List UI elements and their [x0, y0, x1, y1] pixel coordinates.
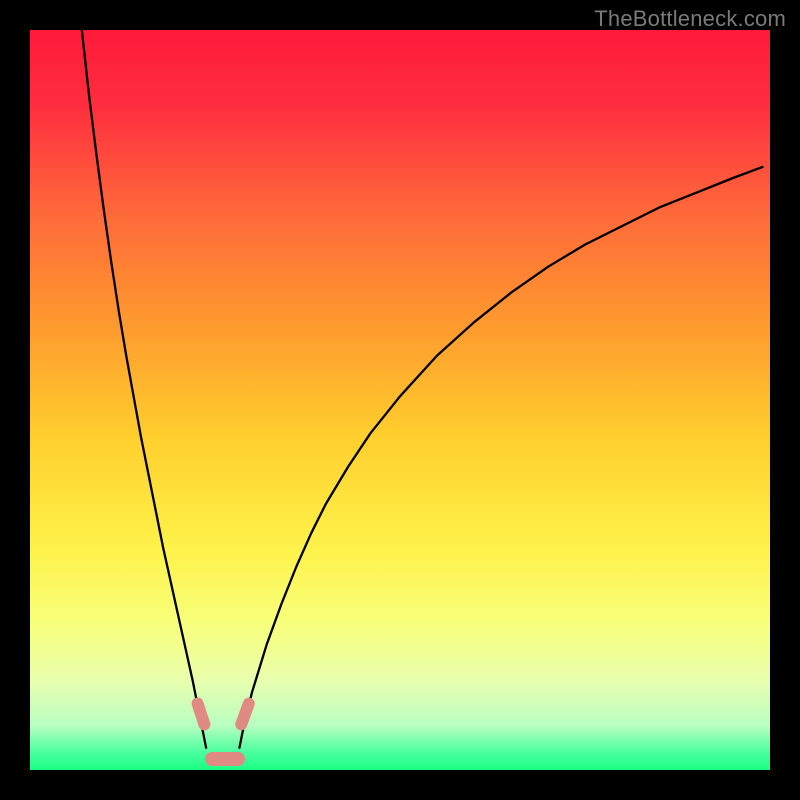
- marker-bottom: [205, 752, 245, 765]
- left-branch-curve: [82, 30, 206, 748]
- chart-frame: TheBottleneck.com: [0, 0, 800, 800]
- right-branch-curve: [239, 167, 762, 748]
- watermark-text: TheBottleneck.com: [594, 6, 786, 32]
- curve-layer: [30, 30, 770, 770]
- plot-area: [30, 30, 770, 770]
